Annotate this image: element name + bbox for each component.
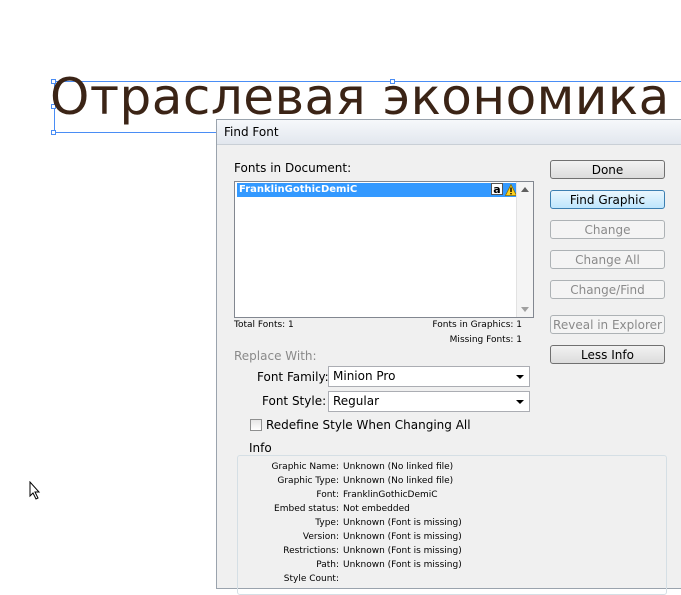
- info-key: Graphic Type:: [277, 476, 339, 486]
- info-value: Unknown (Font is missing): [343, 560, 462, 570]
- font-style-select[interactable]: Regular: [328, 391, 530, 412]
- info-title: Info: [246, 441, 275, 455]
- fonts-in-document-label: Fonts in Document:: [234, 161, 352, 175]
- info-value: Unknown (Font is missing): [343, 546, 462, 556]
- change-button[interactable]: Change: [550, 220, 665, 239]
- mouse-cursor-icon: [29, 481, 41, 500]
- redefine-style-checkbox[interactable]: [250, 419, 262, 431]
- font-name: FranklinGothicDemiC: [239, 184, 358, 195]
- change-all-button[interactable]: Change All: [550, 250, 665, 269]
- font-family-value: Minion Pro: [333, 369, 396, 383]
- dialog-title: Find Font: [224, 125, 279, 139]
- scroll-down-icon[interactable]: [521, 307, 529, 312]
- info-value: FranklinGothicDemiC: [343, 490, 438, 500]
- info-key: Type:: [315, 518, 339, 528]
- font-style-value: Regular: [333, 394, 380, 408]
- fonts-in-graphics-label: Fonts in Graphics: 1: [432, 320, 522, 330]
- find-graphic-button[interactable]: Find Graphic: [550, 190, 665, 209]
- font-type-icon: a: [491, 183, 503, 196]
- info-key: Style Count:: [283, 574, 339, 584]
- reveal-in-explorer-button[interactable]: Reveal in Explorer: [550, 315, 665, 334]
- info-key: Restrictions:: [283, 546, 339, 556]
- info-key: Font:: [316, 490, 339, 500]
- frame-handle-bl[interactable]: [51, 130, 56, 135]
- chevron-down-icon: [516, 400, 524, 404]
- missing-fonts-label: Missing Fonts: 1: [449, 335, 522, 345]
- font-list-item[interactable]: FranklinGothicDemiC a: [237, 183, 519, 197]
- done-button[interactable]: Done: [550, 160, 665, 179]
- change-find-button[interactable]: Change/Find: [550, 280, 665, 299]
- info-key: Version:: [302, 532, 339, 542]
- info-value: Not embedded: [343, 504, 410, 514]
- document-heading[interactable]: Отраслевая экономика: [50, 72, 670, 122]
- scroll-up-icon[interactable]: [521, 187, 529, 192]
- font-family-select[interactable]: Minion Pro: [328, 366, 530, 387]
- less-info-button[interactable]: Less Info: [550, 345, 665, 364]
- font-list[interactable]: FranklinGothicDemiC a: [234, 181, 534, 318]
- font-style-label: Font Style:: [262, 394, 327, 408]
- chevron-down-icon: [516, 375, 524, 379]
- font-list-scrollbar[interactable]: [516, 182, 533, 317]
- total-fonts-label: Total Fonts: 1: [234, 320, 294, 330]
- info-value: Unknown (No linked file): [343, 462, 454, 472]
- info-value: Unknown (Font is missing): [343, 532, 462, 542]
- redefine-style-label[interactable]: Redefine Style When Changing All: [266, 418, 471, 432]
- replace-with-label: Replace With:: [234, 349, 317, 363]
- info-value: Unknown (Font is missing): [343, 518, 462, 528]
- info-key: Graphic Name:: [271, 462, 340, 472]
- dialog-titlebar[interactable]: Find Font: [217, 120, 681, 145]
- info-key: Embed status:: [274, 504, 339, 514]
- info-key: Path:: [316, 560, 339, 570]
- find-font-dialog: Find Font Fonts in Document: FranklinGot…: [216, 119, 681, 595]
- info-value: Unknown (No linked file): [343, 476, 454, 486]
- font-family-label: Font Family:: [257, 370, 329, 384]
